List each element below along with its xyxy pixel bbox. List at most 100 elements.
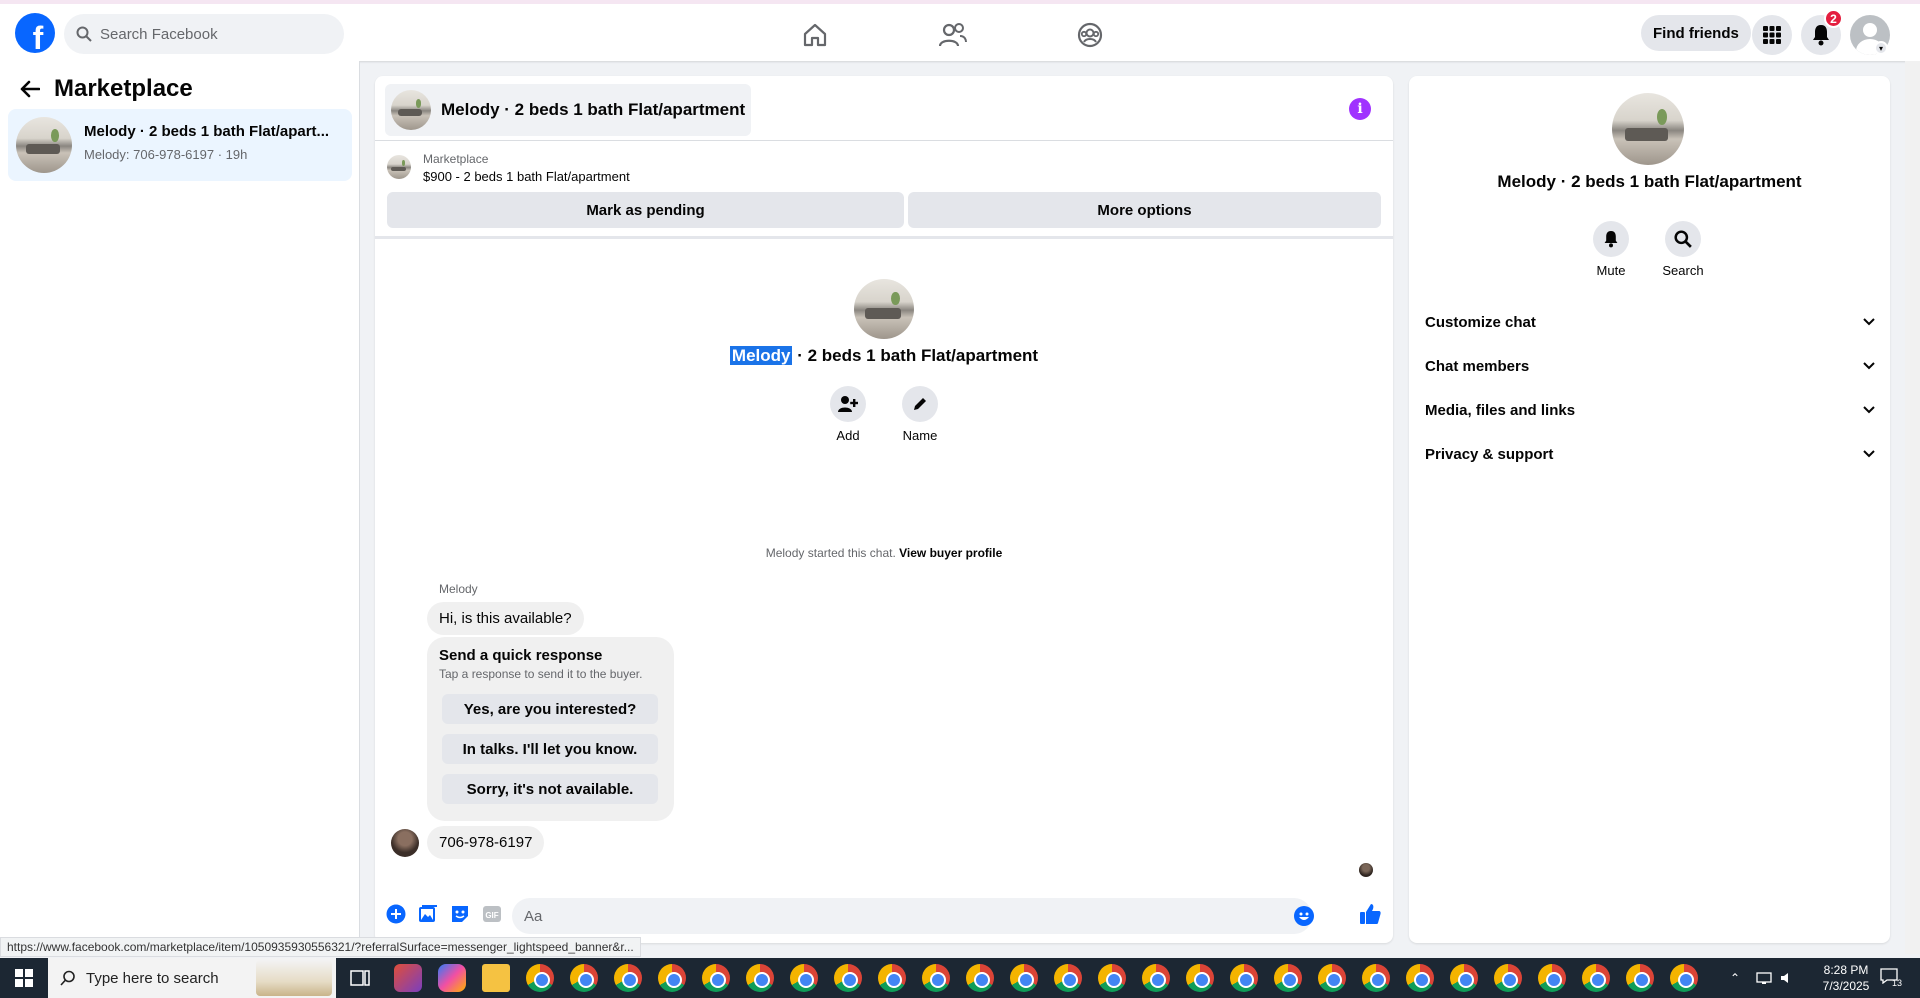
chrome-icon[interactable] bbox=[1538, 964, 1566, 992]
chrome-icon[interactable] bbox=[1626, 964, 1654, 992]
chrome-icon[interactable] bbox=[1186, 964, 1214, 992]
link-preview-url: https://www.facebook.com/marketplace/ite… bbox=[0, 937, 641, 957]
facebook-logo[interactable]: f bbox=[15, 13, 55, 53]
chrome-icon[interactable] bbox=[1318, 964, 1346, 992]
info-icon[interactable]: i bbox=[1349, 98, 1371, 120]
quick-response-option[interactable]: In talks. I'll let you know. bbox=[442, 734, 658, 764]
search-icon bbox=[76, 26, 92, 42]
chrome-icon[interactable] bbox=[834, 964, 862, 992]
plus-circle-icon[interactable] bbox=[385, 903, 407, 925]
action-center-count: 13 bbox=[1892, 978, 1903, 988]
chrome-icon[interactable] bbox=[1274, 964, 1302, 992]
chrome-icon[interactable] bbox=[1406, 964, 1434, 992]
chat-header-title: Melody · 2 beds 1 bath Flat/apartment bbox=[441, 100, 746, 119]
chrome-icon[interactable] bbox=[878, 964, 906, 992]
chevron-down-icon bbox=[1863, 450, 1875, 458]
name-chat-button[interactable]: Name bbox=[890, 386, 950, 443]
chrome-icon[interactable] bbox=[922, 964, 950, 992]
gif-icon[interactable]: GIF bbox=[481, 903, 503, 925]
chrome-icon[interactable] bbox=[1582, 964, 1610, 992]
quick-response-option[interactable]: Sorry, it's not available. bbox=[442, 774, 658, 804]
mark-as-pending-button[interactable]: Mark as pending bbox=[387, 192, 904, 228]
seen-avatar bbox=[1359, 863, 1373, 877]
bell-icon bbox=[1604, 231, 1618, 248]
chrome-icon[interactable] bbox=[1494, 964, 1522, 992]
chevron-down-icon bbox=[1863, 362, 1875, 370]
media-files-links-section[interactable]: Media, files and links bbox=[1425, 390, 1875, 430]
add-people-button[interactable]: Add bbox=[818, 386, 878, 443]
clock-time: 8:28 PM bbox=[1823, 963, 1869, 977]
find-friends-button[interactable]: Find friends bbox=[1641, 15, 1751, 51]
quick-response-option[interactable]: Yes, are you interested? bbox=[442, 694, 658, 724]
friends-icon[interactable] bbox=[938, 20, 968, 50]
message-input[interactable]: Aa bbox=[512, 898, 1314, 934]
chrome-icon[interactable] bbox=[1362, 964, 1390, 992]
conversation-list-item[interactable]: Melody · 2 beds 1 bath Flat/apart... Mel… bbox=[8, 109, 352, 181]
emoji-icon[interactable] bbox=[1294, 906, 1314, 926]
sender-name: Melody bbox=[439, 582, 478, 596]
view-buyer-profile-link[interactable]: View buyer profile bbox=[899, 546, 1002, 560]
chrome-icon[interactable] bbox=[1054, 964, 1082, 992]
chrome-icon[interactable] bbox=[570, 964, 598, 992]
file-explorer-icon[interactable] bbox=[482, 964, 510, 992]
chrome-icon[interactable] bbox=[1230, 964, 1258, 992]
chrome-icon[interactable] bbox=[658, 964, 686, 992]
system-clock[interactable]: 8:28 PM 7/3/2025 bbox=[1806, 962, 1886, 994]
more-options-button[interactable]: More options bbox=[908, 192, 1381, 228]
menu-grid-icon[interactable] bbox=[1752, 15, 1792, 55]
windows-start-icon[interactable] bbox=[0, 958, 48, 998]
thumbs-up-icon[interactable] bbox=[1357, 901, 1383, 927]
search-label: Search bbox=[1662, 263, 1704, 278]
back-arrow-icon[interactable] bbox=[20, 80, 40, 98]
chrome-icon[interactable] bbox=[1010, 964, 1038, 992]
home-icon[interactable] bbox=[800, 20, 830, 50]
svg-text:GIF: GIF bbox=[485, 911, 498, 920]
volume-icon[interactable] bbox=[1780, 964, 1808, 992]
mute-button[interactable]: Mute bbox=[1581, 221, 1641, 278]
copilot-icon[interactable] bbox=[438, 964, 466, 992]
pencil-icon bbox=[914, 398, 926, 410]
photo-gallery-icon[interactable] bbox=[417, 903, 439, 925]
chrome-icon[interactable] bbox=[1142, 964, 1170, 992]
sender-avatar[interactable] bbox=[391, 829, 419, 857]
message-bubble[interactable]: 706-978-6197 bbox=[427, 826, 545, 859]
tray-chevron-up-icon[interactable]: ⌃ bbox=[1730, 964, 1758, 992]
task-view-icon[interactable] bbox=[346, 964, 374, 992]
message-bubble[interactable]: Hi, is this available? bbox=[427, 602, 584, 635]
chat-started-notice: Melody started this chat. View buyer pro… bbox=[765, 546, 1003, 560]
chrome-icon[interactable] bbox=[746, 964, 774, 992]
chat-panel: Melody · 2 beds 1 bath Flat/apartment i … bbox=[375, 76, 1393, 943]
windows-taskbar: Type here to search ⌃ 8:28 PM 7/3/2025 1… bbox=[0, 958, 1920, 998]
chrome-icon[interactable] bbox=[1098, 964, 1126, 992]
chrome-icon[interactable] bbox=[966, 964, 994, 992]
search-icon bbox=[60, 970, 75, 986]
search-input[interactable]: Search Facebook bbox=[64, 14, 344, 54]
chat-header[interactable]: Melody · 2 beds 1 bath Flat/apartment bbox=[385, 84, 752, 136]
chrome-icon[interactable] bbox=[1450, 964, 1478, 992]
conversations-sidebar: Marketplace Melody · 2 beds 1 bath Flat/… bbox=[0, 61, 360, 954]
privacy-support-section[interactable]: Privacy & support bbox=[1425, 434, 1875, 474]
taskbar-search-placeholder: Type here to search bbox=[86, 969, 219, 987]
search-conversation-button[interactable]: Search bbox=[1653, 221, 1713, 278]
chrome-icon[interactable] bbox=[702, 964, 730, 992]
divider bbox=[375, 140, 1393, 141]
sticker-icon[interactable] bbox=[449, 903, 471, 925]
search-highlight-image bbox=[256, 960, 332, 996]
message-composer: GIF Aa bbox=[375, 891, 1393, 943]
app-icon[interactable] bbox=[394, 964, 422, 992]
chrome-icon[interactable] bbox=[614, 964, 642, 992]
groups-icon[interactable] bbox=[1075, 20, 1105, 50]
chrome-icon[interactable] bbox=[790, 964, 818, 992]
listing-thumbnail bbox=[391, 90, 431, 130]
chat-members-section[interactable]: Chat members bbox=[1425, 346, 1875, 386]
details-title: Melody · 2 beds 1 bath Flat/apartment bbox=[1497, 172, 1802, 191]
chevron-down-icon[interactable]: ▾ bbox=[1874, 41, 1888, 55]
chrome-icon[interactable] bbox=[1670, 964, 1698, 992]
name-label: Name bbox=[902, 428, 938, 443]
customize-chat-section[interactable]: Customize chat bbox=[1425, 302, 1875, 342]
action-center-icon[interactable]: 13 bbox=[1880, 968, 1902, 988]
sidebar-header: Marketplace bbox=[20, 75, 193, 103]
page-scrollbar[interactable] bbox=[1905, 61, 1920, 954]
chevron-down-icon bbox=[1863, 318, 1875, 326]
chrome-icon[interactable] bbox=[526, 964, 554, 992]
